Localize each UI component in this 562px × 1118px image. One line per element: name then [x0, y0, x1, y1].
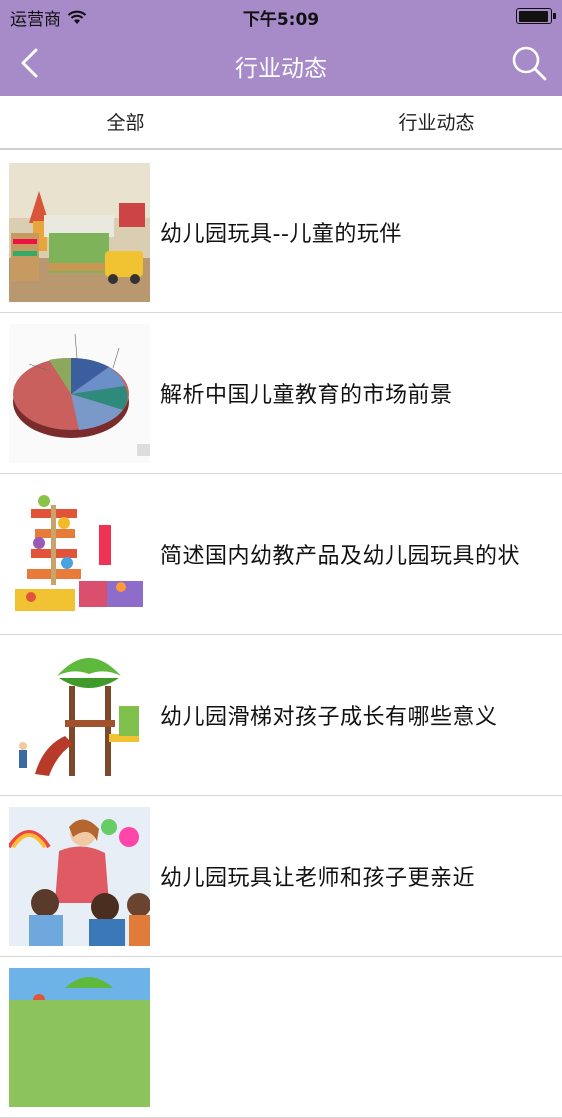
list-item[interactable]: 幼儿园滑梯对孩子成长有哪些意义	[0, 635, 562, 796]
nav-bar: 行业动态	[0, 30, 562, 96]
article-list: 幼儿园玩具--儿童的玩伴 解析中国儿童教育的市场前景 简述国内幼教产品及幼儿园玩…	[0, 152, 562, 1118]
list-item[interactable]: 解析中国儿童教育的市场前景	[0, 313, 562, 474]
battery-icon	[516, 8, 556, 24]
article-title: 解析中国儿童教育的市场前景	[160, 383, 453, 408]
pie-chart-thumbnail	[9, 324, 150, 463]
list-item[interactable]: 幼儿园玩具--儿童的玩伴	[0, 152, 562, 313]
article-title: 幼儿园滑梯对孩子成长有哪些意义	[160, 705, 498, 730]
article-title: 简述国内幼教产品及幼儿园玩具的状	[160, 544, 521, 569]
playground-outdoor-thumbnail	[9, 968, 150, 1107]
article-title	[160, 957, 556, 1117]
classroom-toys-thumbnail	[9, 163, 150, 302]
status-bar: 运营商 下午5:09	[0, 0, 562, 30]
stacking-toy-thumbnail	[9, 485, 150, 624]
teacher-children-thumbnail	[9, 807, 150, 946]
search-icon	[512, 46, 547, 81]
page-title: 行业动态	[235, 56, 327, 82]
status-time: 下午5:09	[242, 10, 320, 30]
list-item[interactable]	[0, 957, 562, 1118]
list-item[interactable]: 简述国内幼教产品及幼儿园玩具的状	[0, 474, 562, 635]
article-title: 幼儿园玩具让老师和孩子更亲近	[160, 866, 476, 891]
tab-industry-news[interactable]: 行业动态	[291, 96, 562, 148]
search-button[interactable]	[510, 44, 548, 82]
tab-all[interactable]: 全部	[0, 96, 291, 148]
category-tabs: 全部 行业动态	[0, 96, 562, 150]
playground-slide-thumbnail	[9, 646, 150, 785]
list-item[interactable]: 幼儿园玩具让老师和孩子更亲近	[0, 796, 562, 957]
article-title: 幼儿园玩具--儿童的玩伴	[160, 222, 402, 247]
